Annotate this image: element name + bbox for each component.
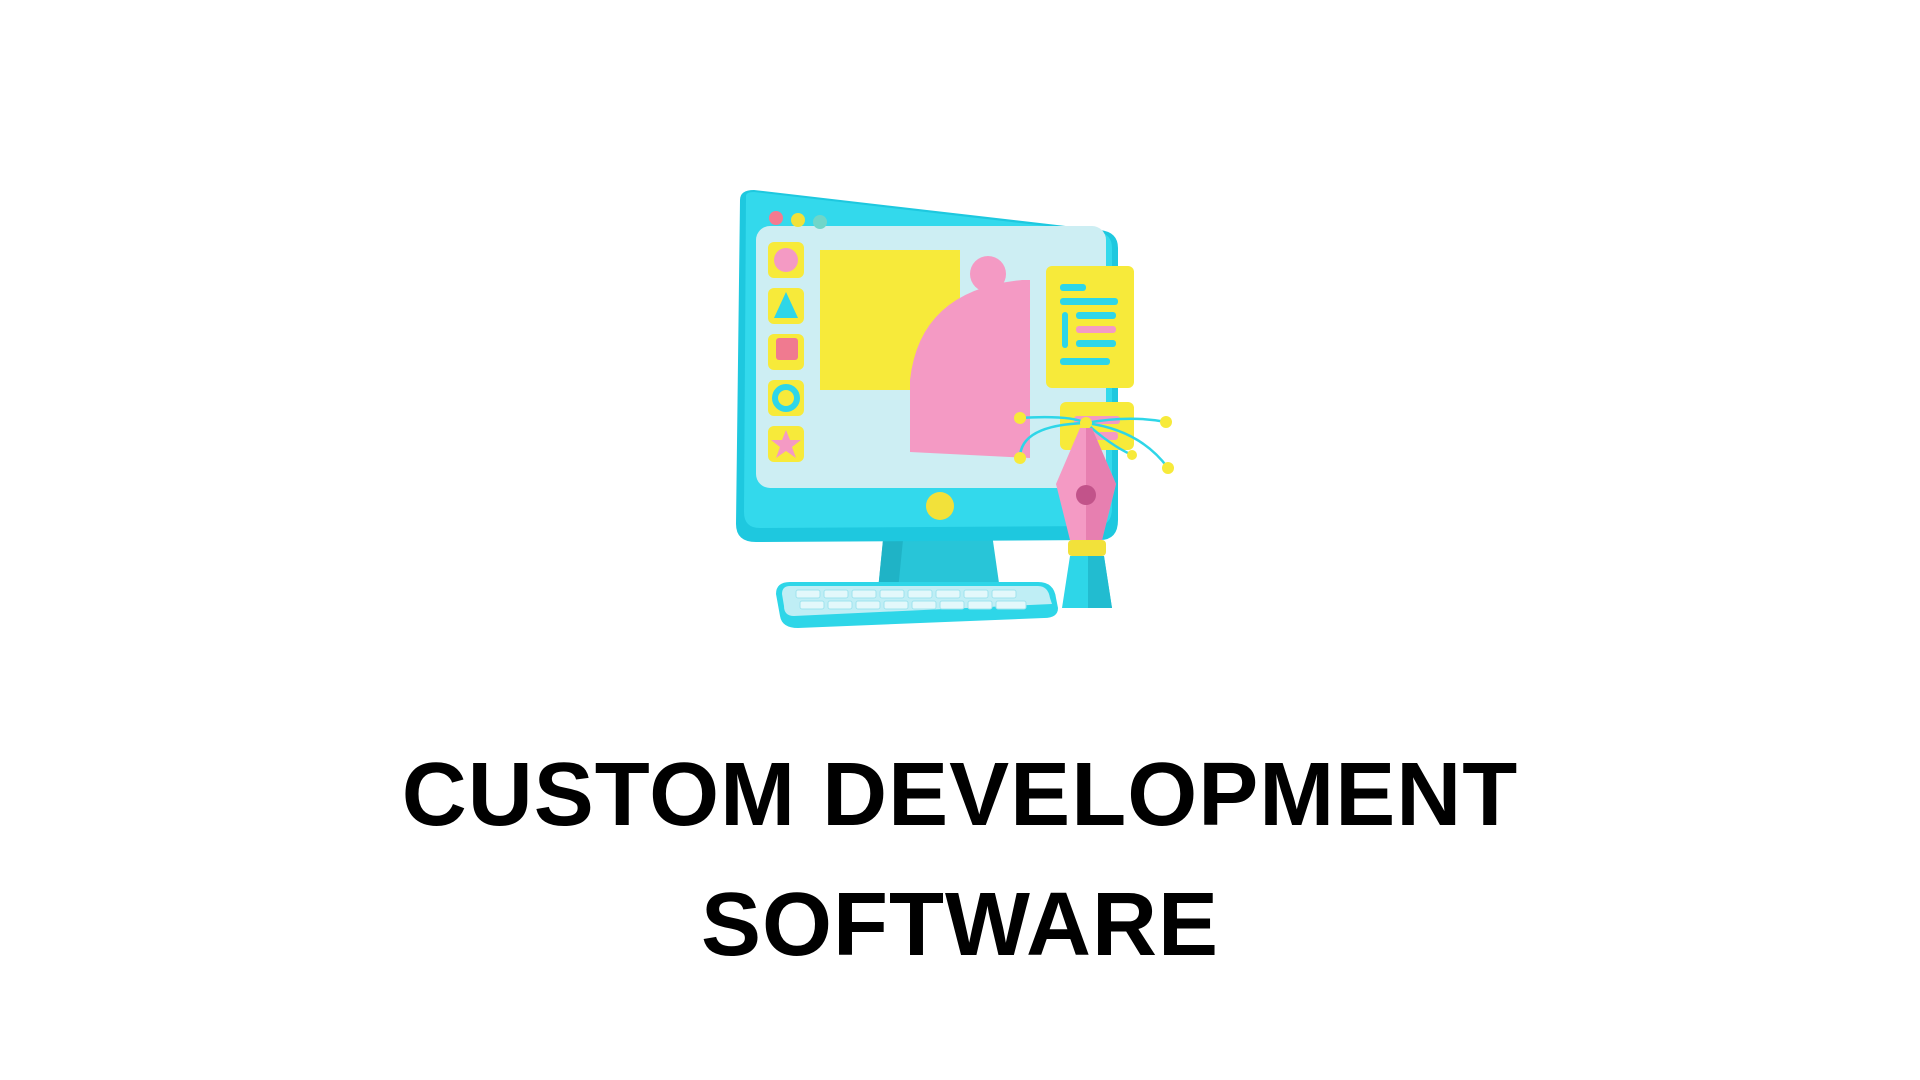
page-title: CUSTOM DEVELOPMENT SOFTWARE [0,730,1920,990]
window-dot-yellow-icon [791,213,805,227]
tool-palette [768,242,804,462]
cube-shape-icon [776,338,798,360]
title-line-2: SOFTWARE [701,875,1219,975]
window-dot-teal-icon [813,215,827,229]
page: CUSTOM DEVELOPMENT SOFTWARE [0,0,1920,1080]
power-button-icon [926,492,954,520]
keyboard [776,582,1058,628]
computer-design-illustration [736,190,1174,628]
title-line-1: CUSTOM DEVELOPMENT [401,745,1519,845]
window-dot-red-icon [769,211,783,225]
circle-shape-icon [774,248,798,272]
text-panel [1046,266,1134,388]
pink-dot-shape [970,256,1006,292]
